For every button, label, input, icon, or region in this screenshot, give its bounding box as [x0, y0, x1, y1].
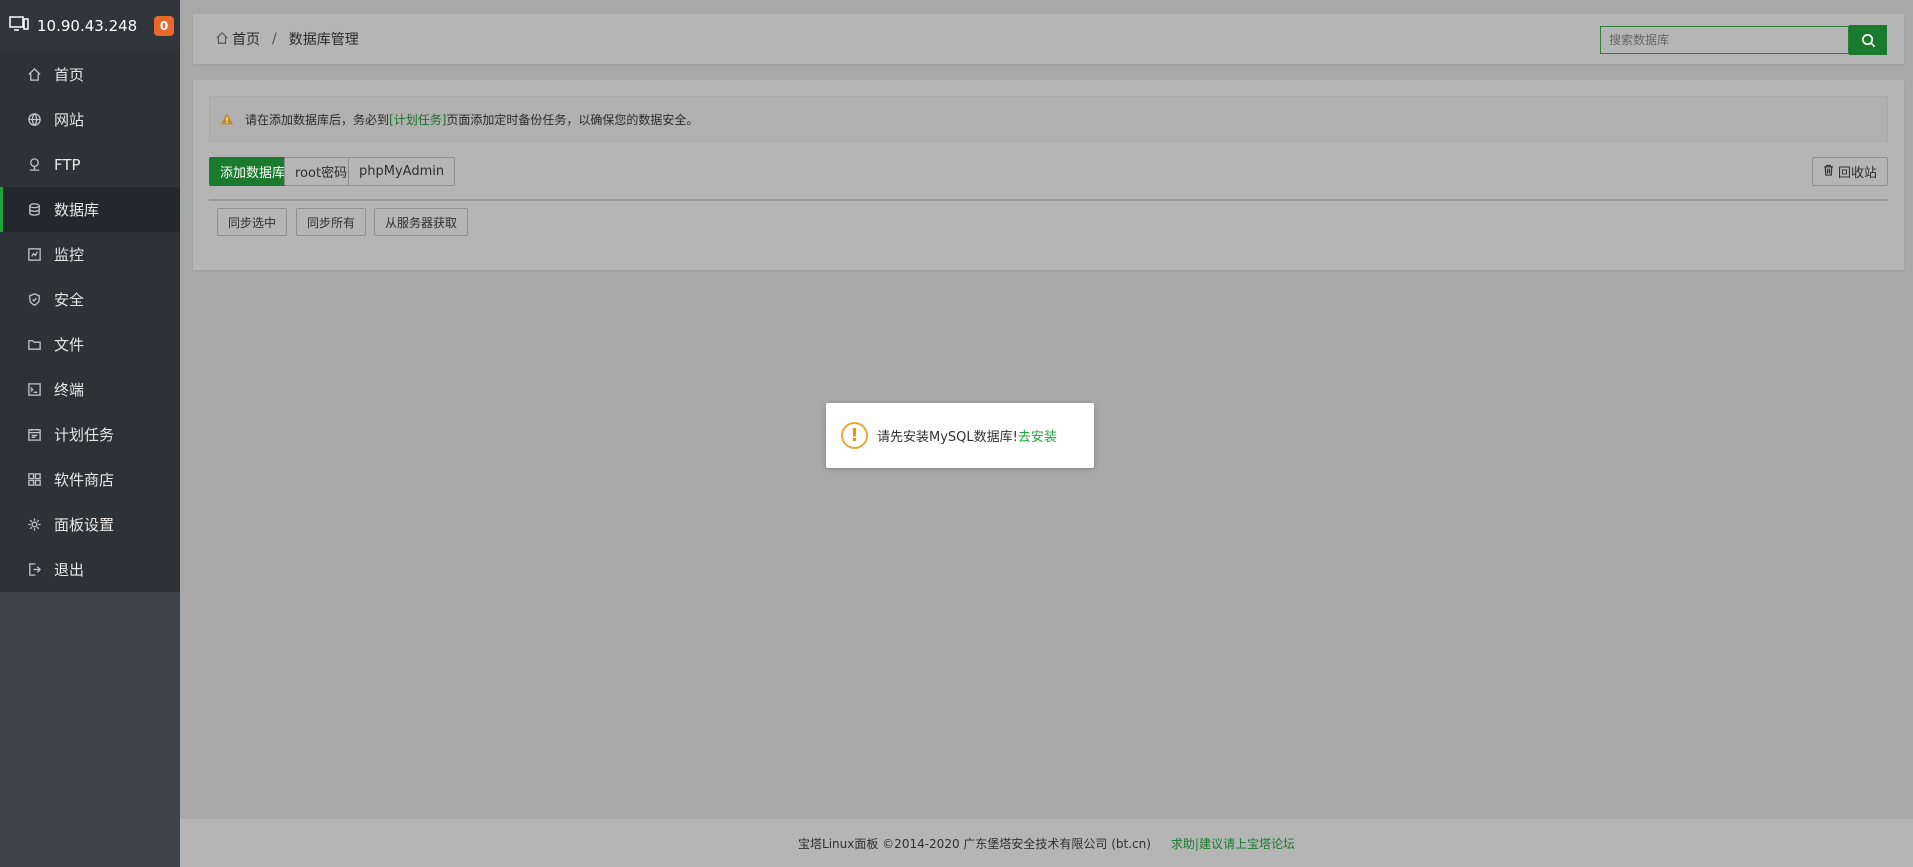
sync-all-button[interactable]: 同步所有	[296, 208, 367, 236]
recycle-bin-button[interactable]: 回收站	[1811, 157, 1888, 186]
logout-icon	[26, 562, 42, 578]
search-box	[1600, 25, 1887, 55]
home-icon	[26, 67, 42, 83]
gear-icon	[26, 517, 42, 533]
sync-selected-button[interactable]: 同步选中	[217, 208, 288, 236]
sidebar-item-label: 首页	[54, 66, 85, 84]
monitor-icon	[9, 16, 29, 36]
sidebar-item-label: 面板设置	[54, 516, 115, 534]
breadcrumb-home[interactable]: 首页	[232, 29, 260, 49]
backup-alert: 请在添加数据库后，务必到 [计划任务] 页面添加定时备份任务，以确保您的数据安全…	[209, 96, 1888, 142]
database-panel: 请在添加数据库后，务必到 [计划任务] 页面添加定时备份任务，以确保您的数据安全…	[193, 80, 1904, 270]
sidebar-item-files[interactable]: 文件	[0, 322, 180, 367]
fetch-from-server-button[interactable]: 从服务器获取	[374, 208, 469, 236]
sidebar-item-label: 监控	[54, 246, 85, 264]
sidebar-item-website[interactable]: 网站	[0, 97, 180, 142]
sidebar-item-settings[interactable]: 面板设置	[0, 502, 180, 547]
phpmyadmin-button[interactable]: phpMyAdmin	[348, 157, 456, 186]
toolbar-divider	[209, 199, 1888, 201]
breadcrumb-separator: /	[272, 31, 277, 47]
sidebar-item-security[interactable]: 安全	[0, 277, 180, 322]
sidebar-item-terminal[interactable]: 终端	[0, 367, 180, 412]
add-database-button[interactable]: 添加数据库	[209, 157, 297, 186]
breadcrumb-current: 数据库管理	[288, 32, 359, 48]
notice-badge[interactable]: 0	[154, 16, 174, 36]
footer: 宝塔Linux面板 ©2014-2020 广东堡塔安全技术有限公司 (bt.cn…	[180, 819, 1913, 867]
sidebar-item-label: FTP	[54, 155, 81, 174]
server-ip: 10.90.43.248	[37, 17, 138, 35]
dialog-message: 请先安装MySQL数据库!	[877, 430, 1018, 445]
sidebar-item-store[interactable]: 软件商店	[0, 457, 180, 502]
sidebar: 10.90.43.248 0 首页 网站 FTP 数据库 监控 安全 文件 终端…	[0, 0, 180, 867]
sidebar-item-database[interactable]: 数据库	[0, 187, 180, 232]
footer-copyright: 宝塔Linux面板 ©2014-2020 广东堡塔安全技术有限公司 (bt.cn…	[798, 836, 1151, 851]
sidebar-item-label: 计划任务	[54, 426, 115, 444]
terminal-icon	[26, 382, 42, 398]
install-mysql-dialog: ! 请先安装MySQL数据库! 去安装	[826, 403, 1094, 468]
globe-icon	[26, 112, 42, 128]
trash-icon	[1823, 164, 1838, 180]
exclamation-icon: !	[841, 422, 868, 449]
footer-help-link[interactable]: 求助|建议请上宝塔论坛	[1171, 835, 1295, 852]
sidebar-item-label: 软件商店	[54, 471, 115, 489]
search-icon	[1861, 33, 1875, 47]
sidebar-item-ftp[interactable]: FTP	[0, 142, 180, 187]
install-link[interactable]: 去安装	[1018, 426, 1057, 445]
sidebar-item-logout[interactable]: 退出	[0, 547, 180, 592]
sidebar-item-label: 数据库	[54, 201, 100, 219]
sidebar-menu: 首页 网站 FTP 数据库 监控 安全 文件 终端 计划任务 软件商店 面板设置…	[0, 52, 180, 592]
breadcrumb-bar: 首页 / 数据库管理	[193, 14, 1904, 64]
recycle-bin-label: 回收站	[1837, 166, 1877, 181]
home-icon[interactable]	[215, 31, 232, 47]
database-icon	[26, 202, 42, 218]
shield-icon	[26, 292, 42, 308]
sidebar-item-label: 终端	[54, 381, 85, 399]
alert-prefix: 请在添加数据库后，务必到	[245, 112, 390, 127]
monitor-chart-icon	[26, 247, 42, 263]
search-input[interactable]	[1600, 26, 1849, 54]
sidebar-item-monitor[interactable]: 监控	[0, 232, 180, 277]
sidebar-item-label: 安全	[54, 291, 85, 309]
crontab-link[interactable]: [计划任务]	[389, 111, 446, 128]
ftp-icon	[26, 157, 42, 173]
sidebar-item-label: 退出	[54, 561, 85, 579]
apps-icon	[26, 472, 42, 488]
warning-icon	[220, 113, 234, 125]
sidebar-header: 10.90.43.248 0	[0, 0, 180, 52]
sidebar-item-label: 网站	[54, 111, 85, 129]
sidebar-item-crontab[interactable]: 计划任务	[0, 412, 180, 457]
sidebar-item-home[interactable]: 首页	[0, 52, 180, 97]
root-password-button[interactable]: root密码	[284, 157, 359, 186]
sidebar-item-label: 文件	[54, 336, 85, 354]
folder-icon	[26, 337, 42, 353]
breadcrumb: 首页 / 数据库管理	[215, 29, 359, 49]
alert-suffix: 页面添加定时备份任务，以确保您的数据安全。	[446, 112, 699, 127]
calendar-icon	[26, 427, 42, 443]
search-button[interactable]	[1849, 25, 1887, 55]
